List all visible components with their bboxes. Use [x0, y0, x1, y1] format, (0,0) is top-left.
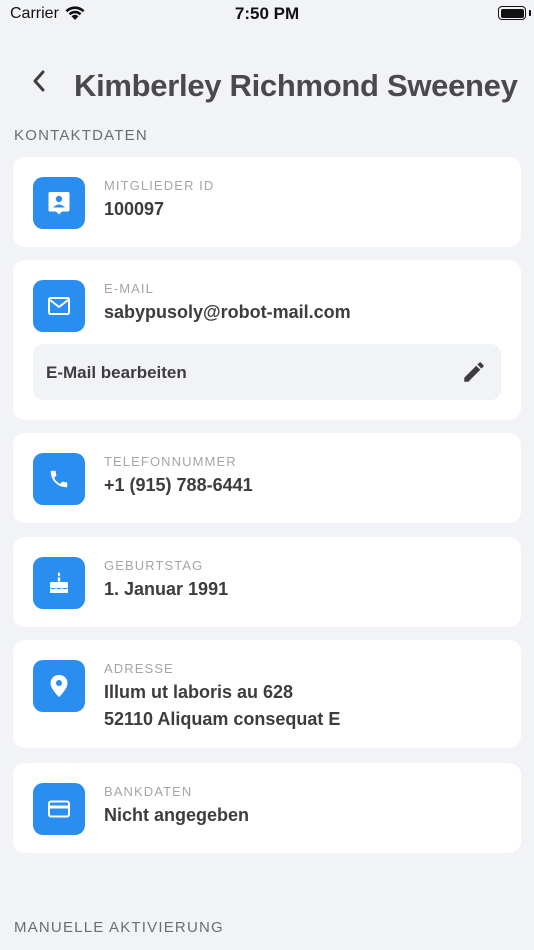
edit-email-button[interactable]: E-Mail bearbeiten	[33, 344, 501, 400]
section-label-manual: MANUELLE AKTIVIERUNG	[14, 919, 224, 936]
email-card: E-MAIL sabypusoly@robot-mail.com E-Mail …	[13, 260, 521, 420]
phone-value: +1 (915) 788-6441	[104, 475, 253, 495]
mail-icon	[33, 280, 85, 332]
credit-card-icon	[33, 783, 85, 835]
birthday-value: 1. Januar 1991	[104, 579, 229, 599]
clock: 7:50 PM	[234, 4, 300, 23]
location-pin-icon	[33, 660, 85, 712]
battery-tip	[529, 10, 531, 16]
section-label-contact: KONTAKTDATEN	[14, 127, 148, 144]
address-line2: 52110 Aliquam consequat E	[104, 709, 341, 729]
page-title: Kimberley Richmond Sweeney	[74, 68, 518, 103]
member-id-label: MITGLIEDER ID	[104, 178, 215, 193]
chevron-left-icon	[33, 70, 45, 92]
phone-label: TELEFONNUMMER	[104, 454, 237, 469]
id-card-icon	[33, 177, 85, 229]
cake-icon	[33, 557, 85, 609]
back-button[interactable]	[24, 66, 54, 96]
edit-email-label: E-Mail bearbeiten	[46, 363, 187, 382]
email-label: E-MAIL	[104, 281, 154, 296]
status-bar: Carrier 7:50 PM	[0, 0, 534, 30]
battery-icon	[498, 6, 526, 20]
address-line1: Illum ut laboris au 628	[104, 682, 294, 702]
member-id-card: MITGLIEDER ID 100097	[13, 157, 521, 247]
phone-card: TELEFONNUMMER +1 (915) 788-6441	[13, 433, 521, 523]
member-id-value: 100097	[104, 199, 165, 219]
email-value: sabypusoly@robot-mail.com	[104, 302, 351, 322]
phone-icon	[33, 453, 85, 505]
bank-label: BANKDATEN	[104, 784, 193, 799]
birthday-label: GEBURTSTAG	[104, 558, 204, 573]
bank-value: Nicht angegeben	[104, 805, 250, 825]
bank-card: BANKDATEN Nicht angegeben	[13, 763, 521, 853]
pencil-icon	[464, 362, 484, 382]
header: Kimberley Richmond Sweeney	[0, 56, 534, 116]
birthday-card: GEBURTSTAG 1. Januar 1991	[13, 537, 521, 627]
address-card: ADRESSE Illum ut laboris au 628 52110 Al…	[13, 640, 521, 748]
address-label: ADRESSE	[104, 661, 174, 676]
